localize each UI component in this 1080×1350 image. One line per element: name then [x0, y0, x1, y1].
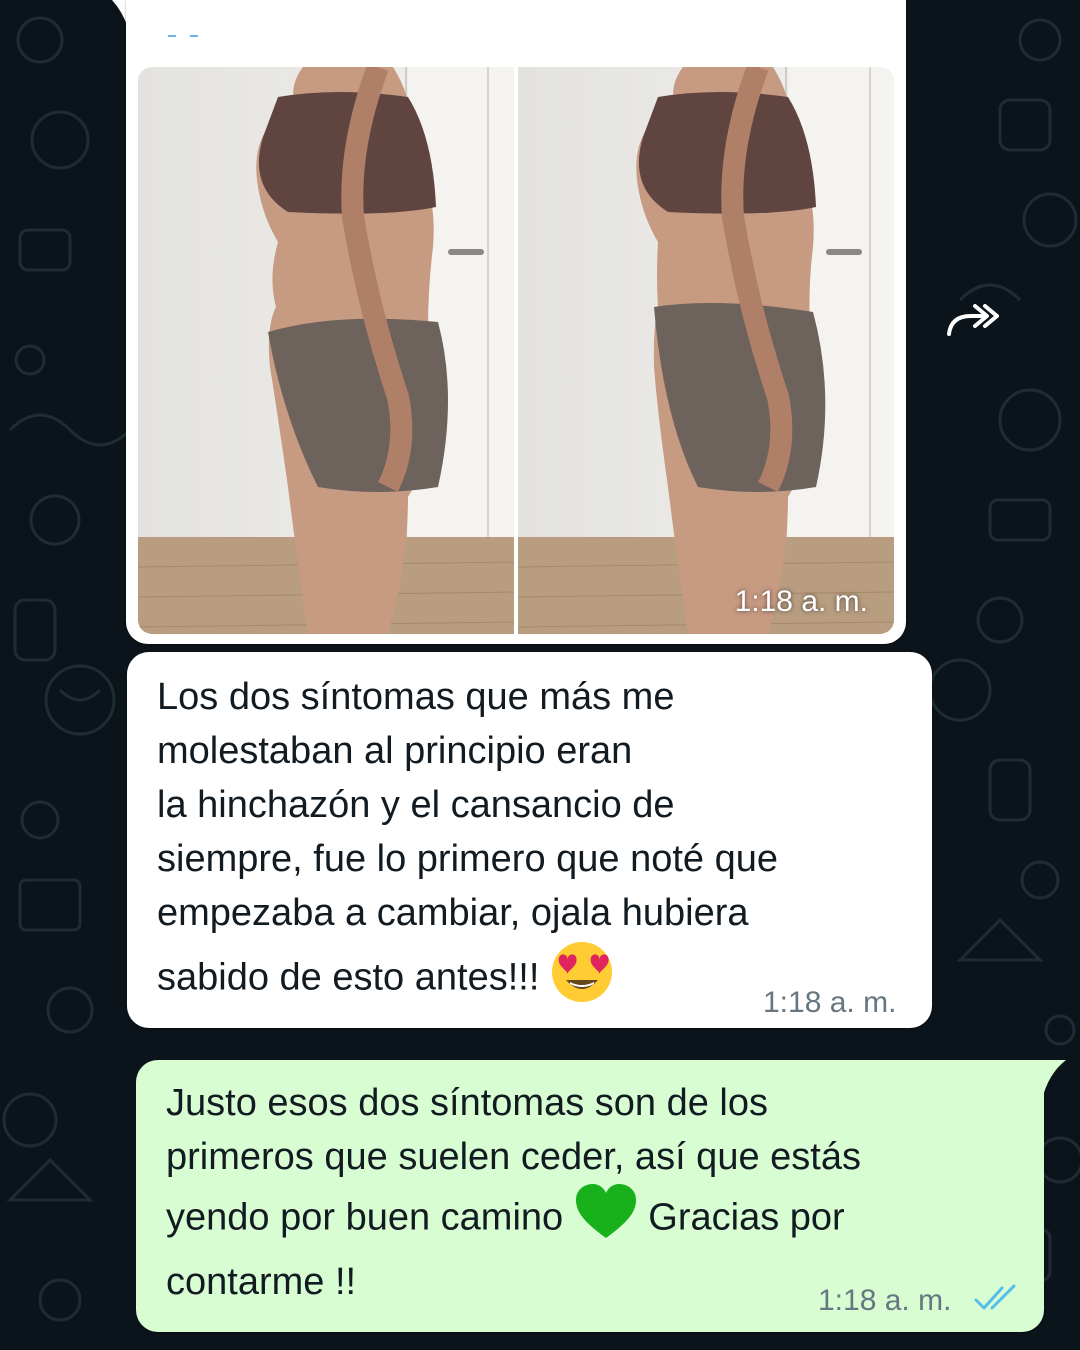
sender-name-fragment	[168, 26, 198, 37]
forward-icon[interactable]	[945, 300, 1001, 340]
incoming-message-body: Los dos síntomas que más me molestaban a…	[157, 676, 779, 999]
media-timestamp: 1:18 a. m.	[734, 585, 868, 618]
photo-before[interactable]	[138, 67, 514, 634]
green-heart-emoji	[574, 1184, 638, 1255]
bubble-tail	[1042, 1060, 1066, 1100]
photo-after[interactable]	[518, 67, 894, 634]
incoming-timestamp: 1:18 a. m.	[763, 986, 897, 1019]
outgoing-message-text: Justo esos dos síntomas son de los prime…	[166, 1076, 1026, 1309]
heart-eyes-emoji	[550, 940, 614, 1019]
incoming-message-text: Los dos síntomas que más me molestaban a…	[157, 670, 917, 1019]
double-check-icon	[974, 1284, 1016, 1310]
outgoing-timestamp: 1:18 a. m.	[818, 1284, 952, 1317]
